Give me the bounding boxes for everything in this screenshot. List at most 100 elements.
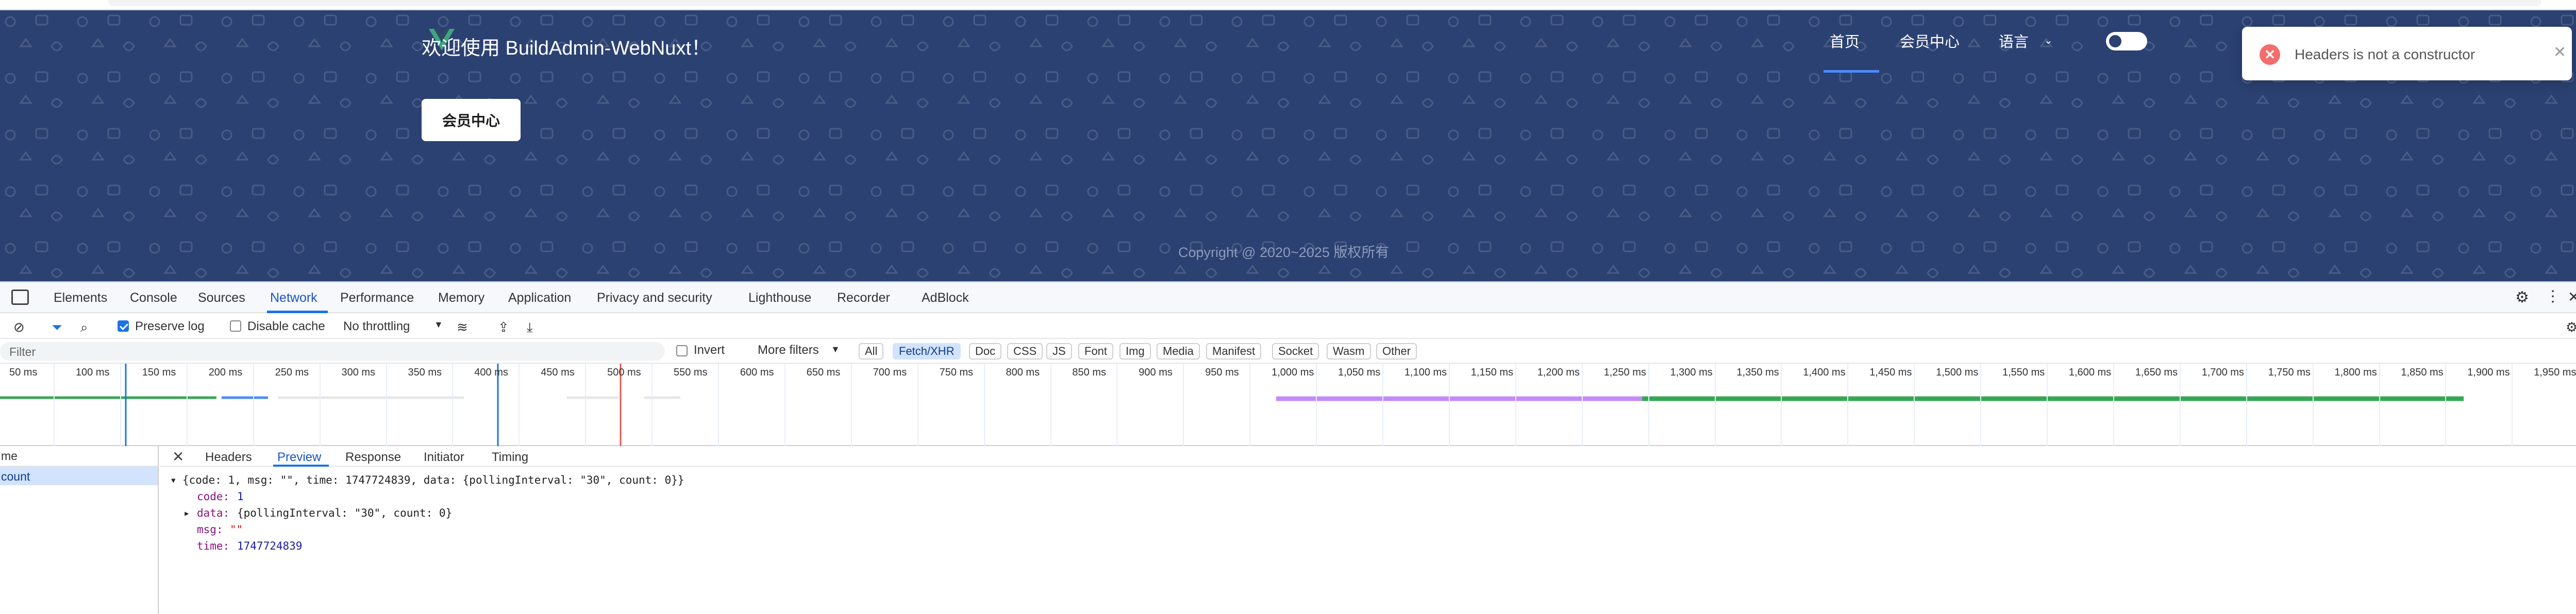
timeline-gridline	[983, 364, 985, 446]
sun-icon	[2109, 35, 2121, 47]
timeline-tick-label: 200 ms	[208, 367, 243, 378]
tab-network[interactable]: Network	[270, 291, 317, 305]
tab-privacy-security[interactable]: Privacy and security	[597, 291, 712, 305]
tab-sources[interactable]: Sources	[198, 291, 245, 305]
type-filter-img[interactable]: Img	[1119, 343, 1151, 360]
nav-language[interactable]: 语言	[1999, 30, 2029, 52]
more-options-icon[interactable]: ⋮	[2545, 287, 2561, 305]
preview-key-code: code:	[197, 490, 230, 503]
timeline-gridline	[1050, 364, 1051, 446]
clear-icon[interactable]: ⊘	[13, 319, 25, 335]
nav-active-indicator	[1824, 70, 1879, 73]
tab-recorder[interactable]: Recorder	[837, 291, 890, 305]
type-filter-socket[interactable]: Socket	[1272, 343, 1319, 360]
tab-application[interactable]: Application	[508, 291, 571, 305]
tab-elements[interactable]: Elements	[54, 291, 107, 305]
active-detail-tab-indicator	[273, 465, 329, 467]
error-circle-icon: ✕	[2260, 44, 2280, 65]
type-filter-css[interactable]: CSS	[1007, 343, 1043, 360]
preview-val-code: 1	[237, 490, 244, 503]
preserve-log-checkbox[interactable]	[118, 320, 129, 332]
network-timeline[interactable]: 50 ms 100 ms 150 ms 200 ms 250 ms 300 ms 350 m…	[0, 364, 2576, 446]
close-icon[interactable]: ✕	[172, 448, 184, 465]
wifi-icon[interactable]: ≋	[457, 319, 468, 335]
timeline-tick-label: 1,900 ms	[2467, 367, 2510, 378]
tab-memory[interactable]: Memory	[438, 291, 484, 305]
timeline-tick-label: 1,400 ms	[1803, 367, 1846, 378]
settings-icon[interactable]: ⚙	[2566, 319, 2576, 335]
timeline-gridline	[2246, 364, 2247, 446]
type-filter-js[interactable]: JS	[1046, 343, 1072, 360]
type-filter-doc[interactable]: Doc	[969, 343, 1002, 360]
disable-cache-checkbox[interactable]	[230, 320, 241, 332]
nav-home[interactable]: 首页	[1830, 30, 1860, 52]
tab-preview[interactable]: Preview	[277, 450, 321, 465]
member-center-button[interactable]: 会员中心	[422, 99, 521, 141]
copyright-text: Copyright @ 2020~2025 版权所有	[1178, 245, 1390, 260]
timeline-tick-label: 1,550 ms	[2002, 367, 2045, 378]
tab-performance[interactable]: Performance	[340, 291, 414, 305]
dark-mode-toggle[interactable]	[2106, 32, 2147, 50]
timeline-tick-label: 600 ms	[740, 367, 774, 378]
timeline-tick-label: 1,750 ms	[2268, 367, 2311, 378]
gear-icon[interactable]: ⚙	[2515, 288, 2529, 306]
request-row[interactable]: count	[0, 467, 158, 485]
filter-input[interactable]: Filter	[0, 342, 665, 361]
welcome-title: 欢迎使用 BuildAdmin-WebNuxt！	[422, 38, 711, 59]
type-filter-wasm[interactable]: Wasm	[1327, 343, 1371, 360]
tab-response[interactable]: Response	[345, 450, 401, 465]
close-devtools-icon[interactable]: ✕	[2568, 288, 2576, 305]
download-icon[interactable]: ⤓	[527, 319, 533, 336]
timeline-gridline	[319, 364, 321, 446]
disable-cache-label: Disable cache	[247, 319, 325, 333]
expand-triangle-icon[interactable]: ▾	[170, 474, 177, 486]
more-filters-dropdown[interactable]: More filters	[758, 343, 819, 357]
error-toast: ✕ Headers is not a constructor ✕	[2242, 27, 2572, 80]
column-header-name[interactable]: me	[0, 446, 158, 467]
timeline-tick-label: 850 ms	[1072, 367, 1106, 378]
timeline-tick-label: 400 ms	[474, 367, 508, 378]
timeline-gridline	[585, 364, 587, 446]
preview-key-msg: msg:	[197, 523, 223, 536]
tab-timing[interactable]: Timing	[492, 450, 528, 465]
timeline-gridline	[1249, 364, 1251, 446]
timeline-tick-label: 1,800 ms	[2334, 367, 2377, 378]
toast-message: Headers is not a constructor	[2295, 46, 2475, 62]
tab-initiator[interactable]: Initiator	[424, 450, 464, 465]
timeline-tick-label: 1,450 ms	[1869, 367, 1912, 378]
timeline-gridline	[253, 364, 254, 446]
timeline-gridline	[1714, 364, 1716, 446]
timeline-gridline	[2113, 364, 2114, 446]
type-filter-all[interactable]: All	[859, 343, 884, 360]
timeline-gridline	[2445, 364, 2447, 446]
tab-lighthouse[interactable]: Lighthouse	[748, 291, 811, 305]
tab-console[interactable]: Console	[130, 291, 177, 305]
close-icon[interactable]: ✕	[2553, 43, 2566, 61]
timeline-gridline	[2047, 364, 2048, 446]
throttling-select[interactable]: No throttling	[343, 319, 410, 334]
search-icon[interactable]: ⌕	[80, 319, 88, 336]
timeline-tick-label: 800 ms	[1006, 367, 1040, 378]
timeline-gridline	[2512, 364, 2513, 446]
collapsed-triangle-icon[interactable]: ▸	[183, 507, 190, 519]
filter-icon[interactable]: ⏷	[52, 319, 62, 336]
tab-adblock[interactable]: AdBlock	[922, 291, 969, 305]
timeline-tick-label: 1,850 ms	[2401, 367, 2444, 378]
nav-member-center[interactable]: 会员中心	[1900, 30, 1960, 52]
tab-headers[interactable]: Headers	[205, 450, 252, 465]
type-filter-media[interactable]: Media	[1157, 343, 1200, 360]
timeline-gridline	[386, 364, 387, 446]
timeline-gridline	[1515, 364, 1516, 446]
timeline-gridline	[1448, 364, 1450, 446]
website-preview: 欢迎使用 BuildAdmin-WebNuxt！ 会员中心 首页 会员中心 语言…	[0, 0, 2576, 281]
invert-checkbox[interactable]	[676, 345, 688, 356]
type-filter-manifest[interactable]: Manifest	[1206, 343, 1262, 360]
timeline-gridline	[1914, 364, 1915, 446]
type-filter-other[interactable]: Other	[1376, 343, 1417, 360]
type-filter-font[interactable]: Font	[1078, 343, 1114, 360]
upload-icon[interactable]: ⇪	[498, 319, 509, 335]
timeline-tick-label: 900 ms	[1139, 367, 1173, 378]
type-filter-fetch-xhr[interactable]: Fetch/XHR	[893, 343, 961, 360]
devtools-panel: Elements Console Sources Network Perform…	[0, 281, 2576, 614]
device-toolbar-icon[interactable]	[11, 289, 29, 305]
